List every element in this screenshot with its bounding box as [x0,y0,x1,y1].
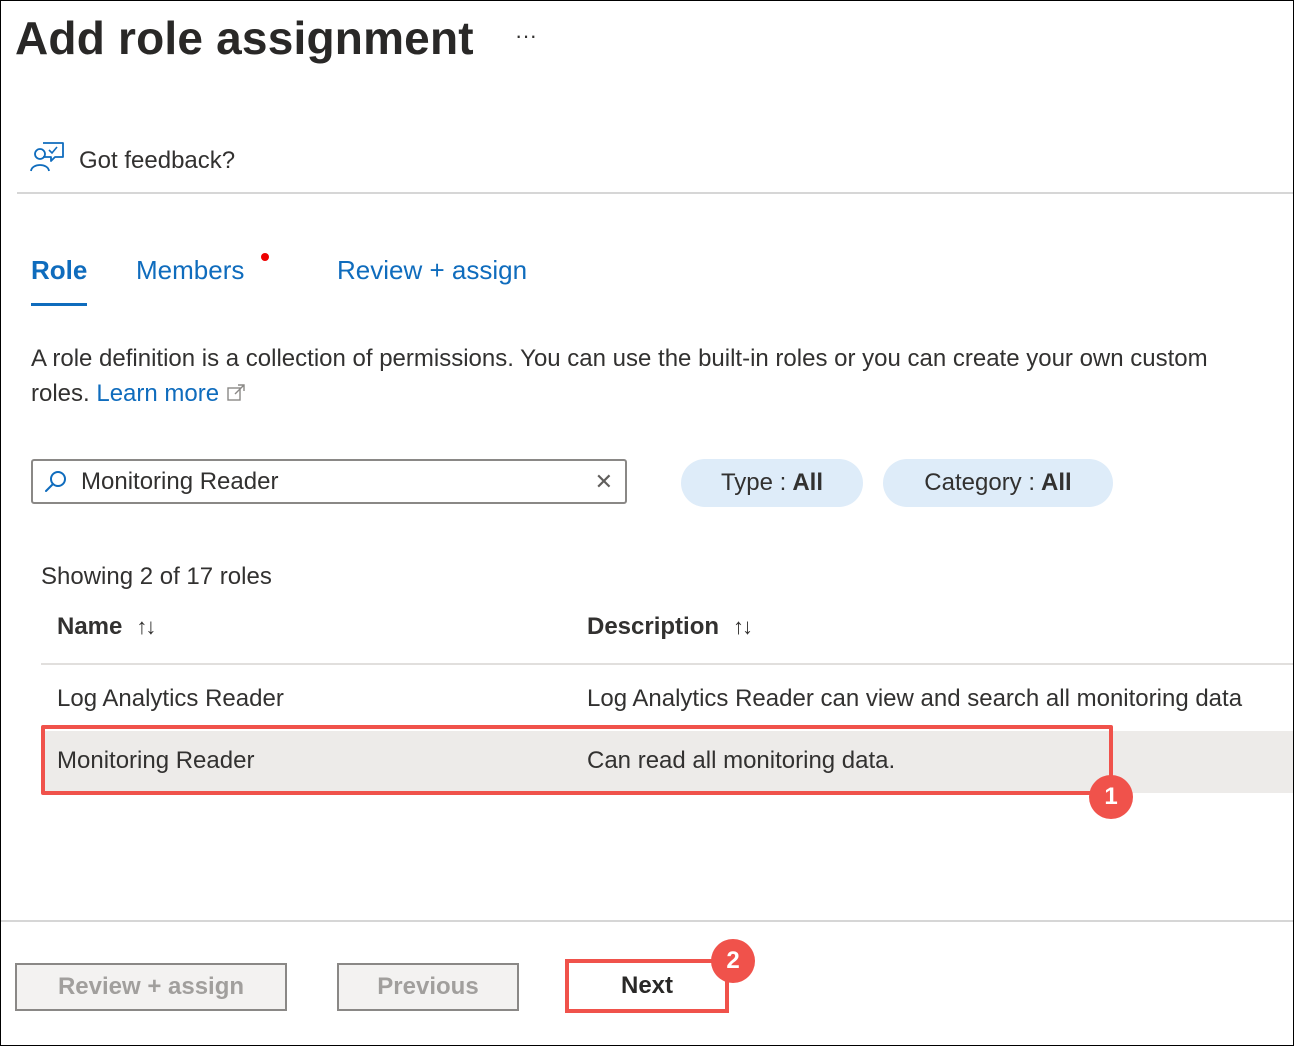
category-filter-pill[interactable]: Category : All [883,459,1113,507]
table-row[interactable]: Log Analytics Reader Log Analytics Reade… [41,669,1293,731]
results-count: Showing 2 of 17 roles [41,563,272,590]
page-title: Add role assignment [15,12,474,64]
tab-review-assign[interactable]: Review + assign [337,255,527,286]
type-filter-label: Type : [720,469,787,496]
learn-more-link[interactable]: Learn more [96,380,245,407]
more-options-button[interactable]: ··· [515,23,537,49]
step-badge-2: 2 [711,939,755,983]
role-description-cell: Log Analytics Reader can view and search… [587,685,1243,712]
sort-icon[interactable]: ↑↓ [733,614,753,640]
next-button[interactable]: Next [565,959,729,1013]
header-divider [17,192,1293,194]
column-header-name[interactable]: Name ↑↓ [57,613,156,641]
search-icon [43,469,69,495]
column-header-description-label: Description [587,613,720,640]
members-required-indicator [261,253,269,261]
feedback-link[interactable]: Got feedback? [29,141,235,180]
external-link-icon [226,380,246,407]
role-name: Log Analytics Reader [57,685,284,712]
clear-search-icon[interactable]: ✕ [595,469,613,495]
category-filter-value: All [1041,469,1072,496]
step-badge-1: 1 [1089,775,1133,819]
role-description: A role definition is a collection of per… [31,341,1251,411]
learn-more-label: Learn more [96,380,220,407]
sort-icon[interactable]: ↑↓ [136,614,156,640]
table-header-divider [41,663,1293,665]
feedback-label: Got feedback? [79,146,236,174]
add-role-assignment-panel: Add role assignment ··· Got feedback? Ro… [0,0,1294,1046]
role-search-box[interactable]: Monitoring Reader ✕ [31,459,627,504]
feedback-icon [29,141,65,180]
search-input[interactable]: Monitoring Reader [81,468,595,496]
category-filter-label: Category : [924,469,1036,496]
tab-role[interactable]: Role [31,255,87,286]
column-header-description[interactable]: Description ↑↓ [587,613,753,641]
tab-members[interactable]: Members [136,255,244,286]
footer-divider [1,920,1293,922]
column-header-name-label: Name [57,613,123,640]
active-tab-indicator [31,303,87,306]
type-filter-pill[interactable]: Type : All [681,459,863,507]
previous-button[interactable]: Previous [337,963,519,1011]
row-highlight-callout [41,725,1113,795]
review-assign-button[interactable]: Review + assign [15,963,287,1011]
type-filter-value: All [792,469,824,496]
